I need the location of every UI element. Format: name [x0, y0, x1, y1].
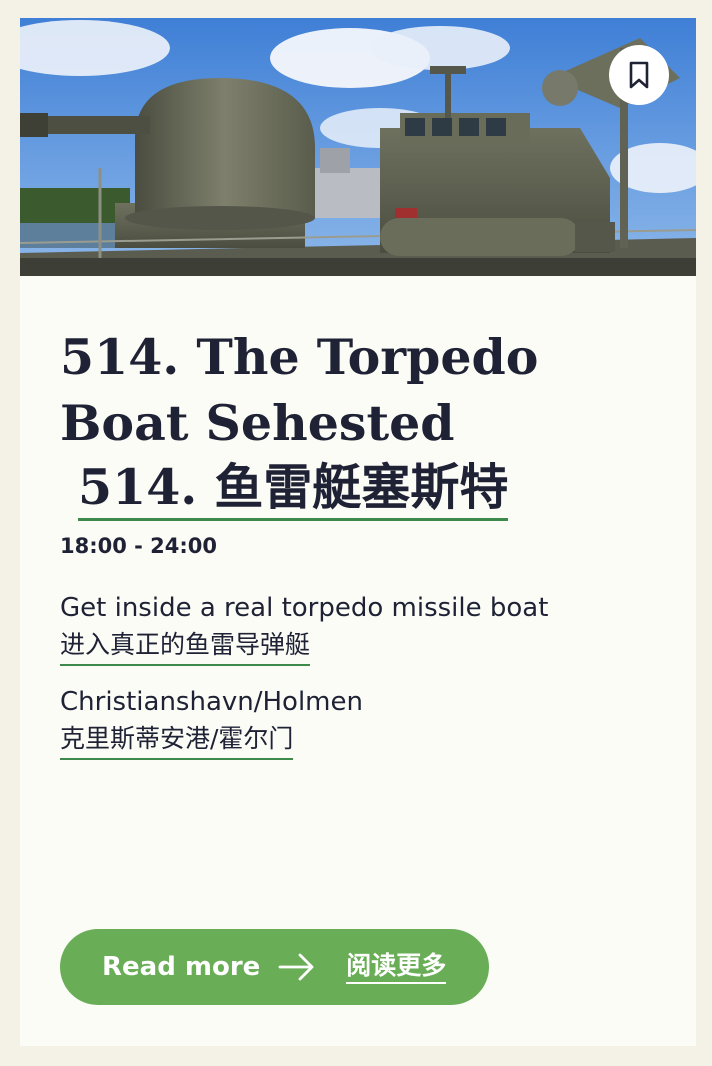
read-more-button[interactable]: Read more 阅读更多	[60, 929, 489, 1005]
event-description-cn[interactable]: 进入真正的鱼雷导弹艇	[60, 626, 311, 666]
event-title-cn-wrap: 514. 鱼雷艇塞斯特	[60, 456, 660, 528]
event-card[interactable]: 514. The Torpedo Boat Sehested 514. 鱼雷艇塞…	[20, 18, 696, 1046]
event-image[interactable]	[20, 18, 696, 276]
event-location: Christianshavn/Holmen	[60, 687, 363, 717]
event-title[interactable]: 514. The Torpedo Boat Sehested	[60, 324, 660, 456]
read-more-label: Read more	[102, 952, 261, 982]
read-more-cn[interactable]: 阅读更多	[346, 950, 447, 984]
bookmark-button[interactable]	[609, 45, 669, 105]
event-time: 18:00 - 24:00	[60, 534, 218, 558]
event-description: Get inside a real torpedo missile boat	[60, 593, 549, 623]
boat-photo	[20, 18, 696, 276]
event-title-cn[interactable]: 514. 鱼雷艇塞斯特	[78, 456, 509, 521]
bookmark-icon	[629, 61, 649, 89]
arrow-right-icon	[278, 952, 316, 982]
card-content: 514. The Torpedo Boat Sehested 514. 鱼雷艇塞…	[60, 324, 660, 760]
event-location-cn[interactable]: 克里斯蒂安港/霍尔门	[60, 720, 294, 760]
